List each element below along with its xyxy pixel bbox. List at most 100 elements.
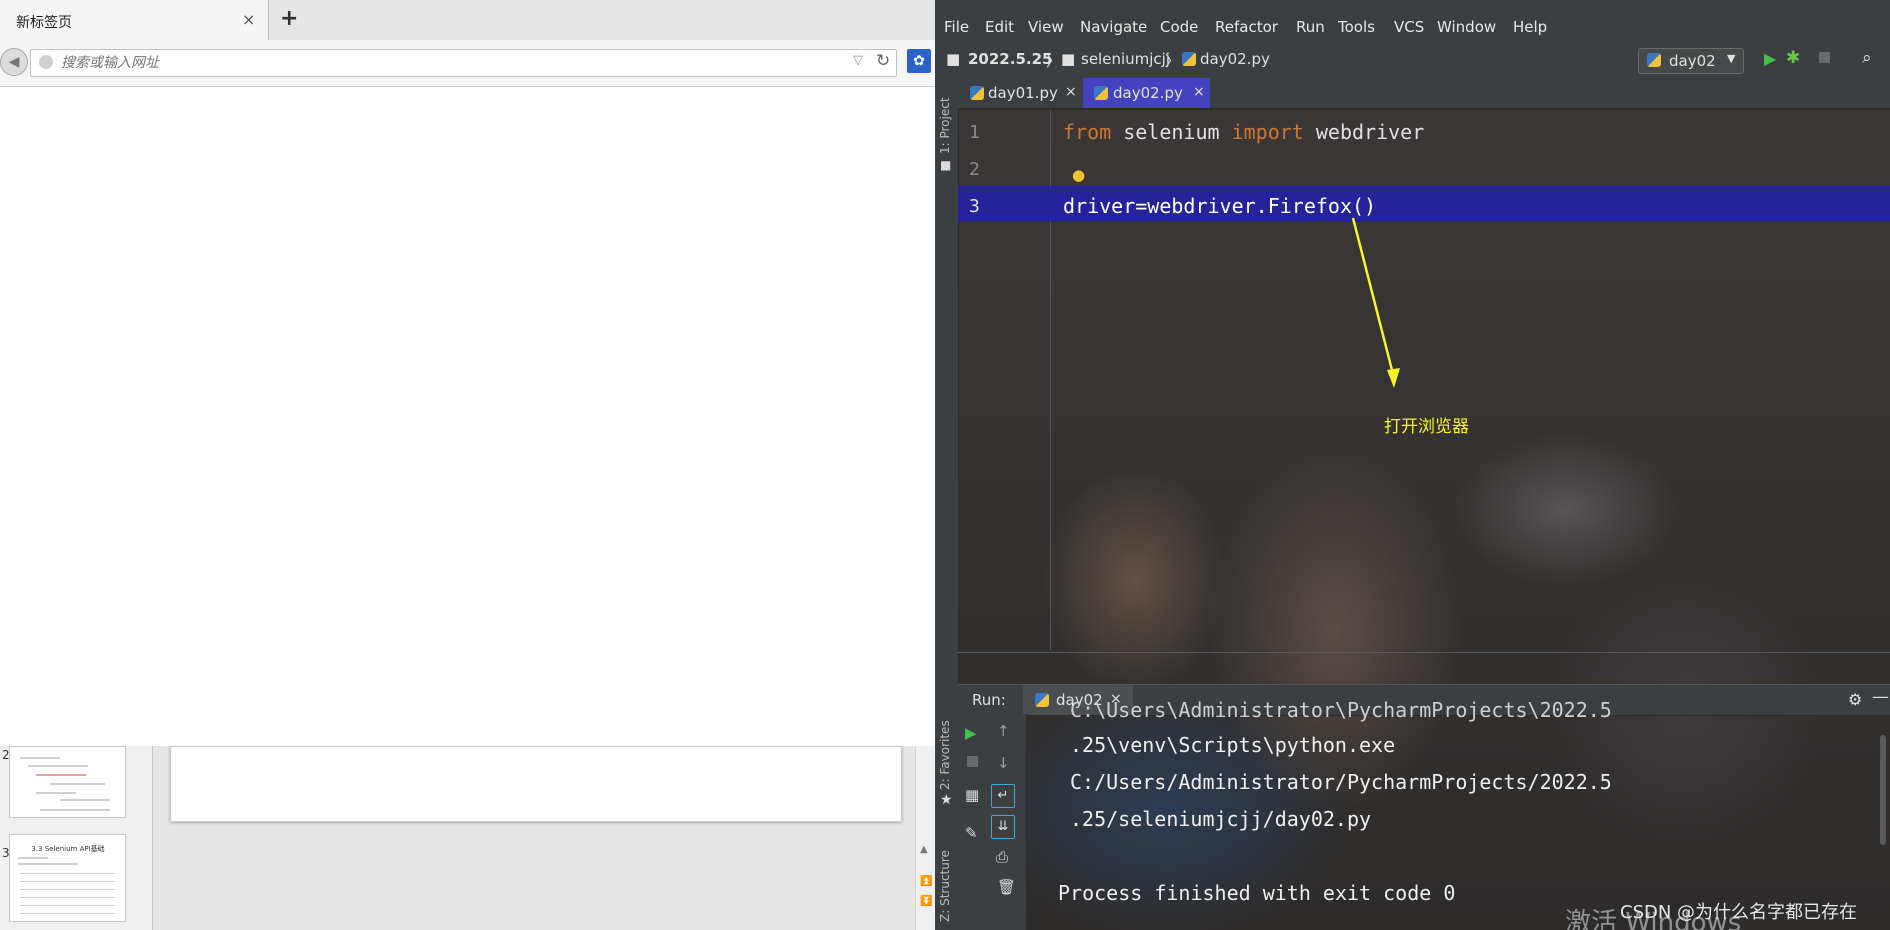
project-tool-button[interactable]: 1: Project <box>938 97 952 154</box>
reload-icon[interactable]: ↻ <box>876 51 890 71</box>
vertical-scrollbar[interactable]: ▲ ⏫ ⏬ <box>915 746 936 930</box>
console-output-line: .25\venv\Scripts\python.exe <box>1070 733 1396 757</box>
breadcrumb-project[interactable]: 2022.5.25 <box>968 50 1052 68</box>
scroll-to-end-icon[interactable]: ⇊ <box>991 815 1015 839</box>
console-output-line: C:/Users/Administrator/PycharmProjects/2… <box>1070 770 1612 794</box>
run-configuration-select[interactable]: day02 ▼ <box>1638 48 1744 74</box>
tab-day01[interactable]: day01.py × <box>958 78 1083 108</box>
menu-navigate[interactable]: Navigate <box>1080 18 1147 36</box>
line-number: 3 <box>969 196 980 217</box>
imported-name: webdriver <box>1303 120 1425 144</box>
firefox-window: 新标签页 × + ◀ ▽ ↻ ✿ <box>0 0 935 746</box>
console-scrollbar[interactable] <box>1880 735 1886 845</box>
history-dropdown-icon[interactable]: ▽ <box>853 53 863 68</box>
editor-tabs: day01.py × day02.py × <box>958 78 1890 109</box>
python-icon <box>1647 53 1661 67</box>
menu-refactor[interactable]: Refactor <box>1215 18 1278 36</box>
soft-wrap-icon[interactable]: ↵ <box>991 784 1015 808</box>
arrow-up-icon[interactable]: ↑ <box>997 722 1010 740</box>
csdn-credit: CSDN @为什么名字都已存在 <box>1620 902 1858 923</box>
menu-code[interactable]: Code <box>1160 18 1198 36</box>
url-bar[interactable]: ▽ ↻ <box>30 49 897 77</box>
tab-label: day01.py <box>988 84 1058 102</box>
previous-slide-icon[interactable]: ⏫ <box>920 876 932 887</box>
line-number: 1 <box>969 122 980 143</box>
python-icon <box>1035 693 1049 707</box>
console-output-line: C:\Users\Administrator\PycharmProjects\2… <box>1070 698 1612 722</box>
baidu-extension-icon[interactable]: ✿ <box>907 49 931 73</box>
menu-run[interactable]: Run <box>1296 18 1325 36</box>
debug-bug-icon[interactable]: ✱ <box>1786 48 1800 68</box>
firefox-nav-bar: ◀ ▽ ↻ ✿ <box>0 40 935 87</box>
arrow-left-icon: ◀ <box>8 54 20 70</box>
print-icon[interactable]: ⎙ <box>996 848 1008 866</box>
module-name: selenium <box>1111 120 1232 144</box>
url-input[interactable] <box>61 53 841 73</box>
favorites-tool-button[interactable]: 2: Favorites <box>938 720 952 790</box>
firefox-tab-new-tab[interactable]: 新标签页 × <box>0 0 269 40</box>
keyword-from: from <box>1063 120 1112 144</box>
gear-icon[interactable]: ⚙ <box>1848 690 1862 709</box>
minimize-icon[interactable]: — <box>1872 687 1889 707</box>
breadcrumb-folder[interactable]: seleniumjcjj <box>1081 50 1170 68</box>
console-output-line: Process finished with exit code 0 <box>1058 881 1456 905</box>
left-tool-stripe: 1: Project ■ 2: Favorites ★ Z: Structure <box>935 78 959 930</box>
close-icon[interactable]: × <box>1065 84 1077 100</box>
keyword-import: import <box>1231 120 1304 144</box>
slide-thumbnail-title: 3.3 Selenium API基础 <box>31 845 105 853</box>
menu-help[interactable]: Help <box>1513 18 1547 36</box>
python-file-icon <box>1094 86 1108 100</box>
new-tab-button[interactable]: + <box>280 6 298 31</box>
console-output-line: .25/seleniumjcjj/day02.py <box>1070 807 1372 831</box>
menu-edit[interactable]: Edit <box>985 18 1014 36</box>
menu-tools[interactable]: Tools <box>1338 18 1375 36</box>
run-toolbar: ▶ ▦ ✎ ↑ ↓ ↵ ⇊ ⎙ 🗑 <box>958 714 1027 930</box>
navigation-bar: ■ 2022.5.25 〉 ■ seleniumjcjj 〉 day02.py … <box>935 40 1890 79</box>
pycharm-window: File Edit View Navigate Code Refactor Ru… <box>935 0 1890 930</box>
layout-icon[interactable]: ▦ <box>965 786 979 804</box>
back-button[interactable]: ◀ <box>0 48 28 76</box>
firefox-tab-title: 新标签页 <box>16 15 72 31</box>
editor-bottom-divider <box>958 652 1890 653</box>
lightbulb-icon[interactable]: ● <box>1072 166 1085 184</box>
menu-vcs[interactable]: VCS <box>1394 18 1424 36</box>
annotation-label: 打开浏览器 <box>1384 417 1469 437</box>
line-number: 2 <box>969 159 980 180</box>
trash-icon[interactable]: 🗑 <box>997 878 1016 896</box>
globe-icon <box>39 55 53 69</box>
title-bar <box>935 0 1890 12</box>
star-icon: ★ <box>940 792 953 808</box>
slide-canvas[interactable] <box>170 746 902 822</box>
slide-thumbnail-3[interactable]: 3.3 Selenium API基础 <box>9 834 126 922</box>
pin-icon[interactable]: ✎ <box>965 824 978 842</box>
presentation-window: 2 3 3.3 Selenium API基础 ▲ ⏫ ⏬ <box>0 746 936 930</box>
run-icon[interactable]: ▶ <box>1764 49 1776 68</box>
stop-icon[interactable] <box>967 756 978 767</box>
code-line-1[interactable]: from selenium import webdriver <box>1063 120 1424 144</box>
search-icon[interactable]: ⌕ <box>1862 48 1872 68</box>
breadcrumb-file[interactable]: day02.py <box>1200 50 1270 68</box>
slide-thumbnails-pane: 2 3 3.3 Selenium API基础 <box>0 746 153 930</box>
run-panel-title: Run: <box>972 691 1006 709</box>
code-line-3[interactable]: driver=webdriver.Firefox() <box>1063 194 1376 218</box>
breadcrumb-separator-icon: 〉 <box>1165 52 1181 70</box>
python-file-icon <box>970 86 984 100</box>
scroll-up-icon[interactable]: ▲ <box>920 844 928 855</box>
next-slide-icon[interactable]: ⏬ <box>920 896 932 907</box>
folder-icon: ■ <box>946 50 961 68</box>
menu-file[interactable]: File <box>944 18 969 36</box>
close-tab-icon[interactable]: × <box>242 10 255 29</box>
tab-day02[interactable]: day02.py × <box>1083 78 1210 108</box>
close-icon[interactable]: × <box>1193 84 1205 100</box>
stop-icon[interactable] <box>1819 52 1830 63</box>
folder-icon: ■ <box>1061 50 1076 68</box>
slide-thumbnail-2[interactable] <box>9 746 126 818</box>
rerun-icon[interactable]: ▶ <box>965 724 977 742</box>
menu-window[interactable]: Window <box>1437 18 1496 36</box>
firefox-tab-bar: 新标签页 × + <box>0 0 935 41</box>
menu-view[interactable]: View <box>1028 18 1064 36</box>
tab-label: day02.py <box>1113 84 1183 102</box>
menu-bar: File Edit View Navigate Code Refactor Ru… <box>935 12 1890 40</box>
arrow-down-icon[interactable]: ↓ <box>997 754 1010 772</box>
structure-tool-button[interactable]: Z: Structure <box>938 850 952 922</box>
